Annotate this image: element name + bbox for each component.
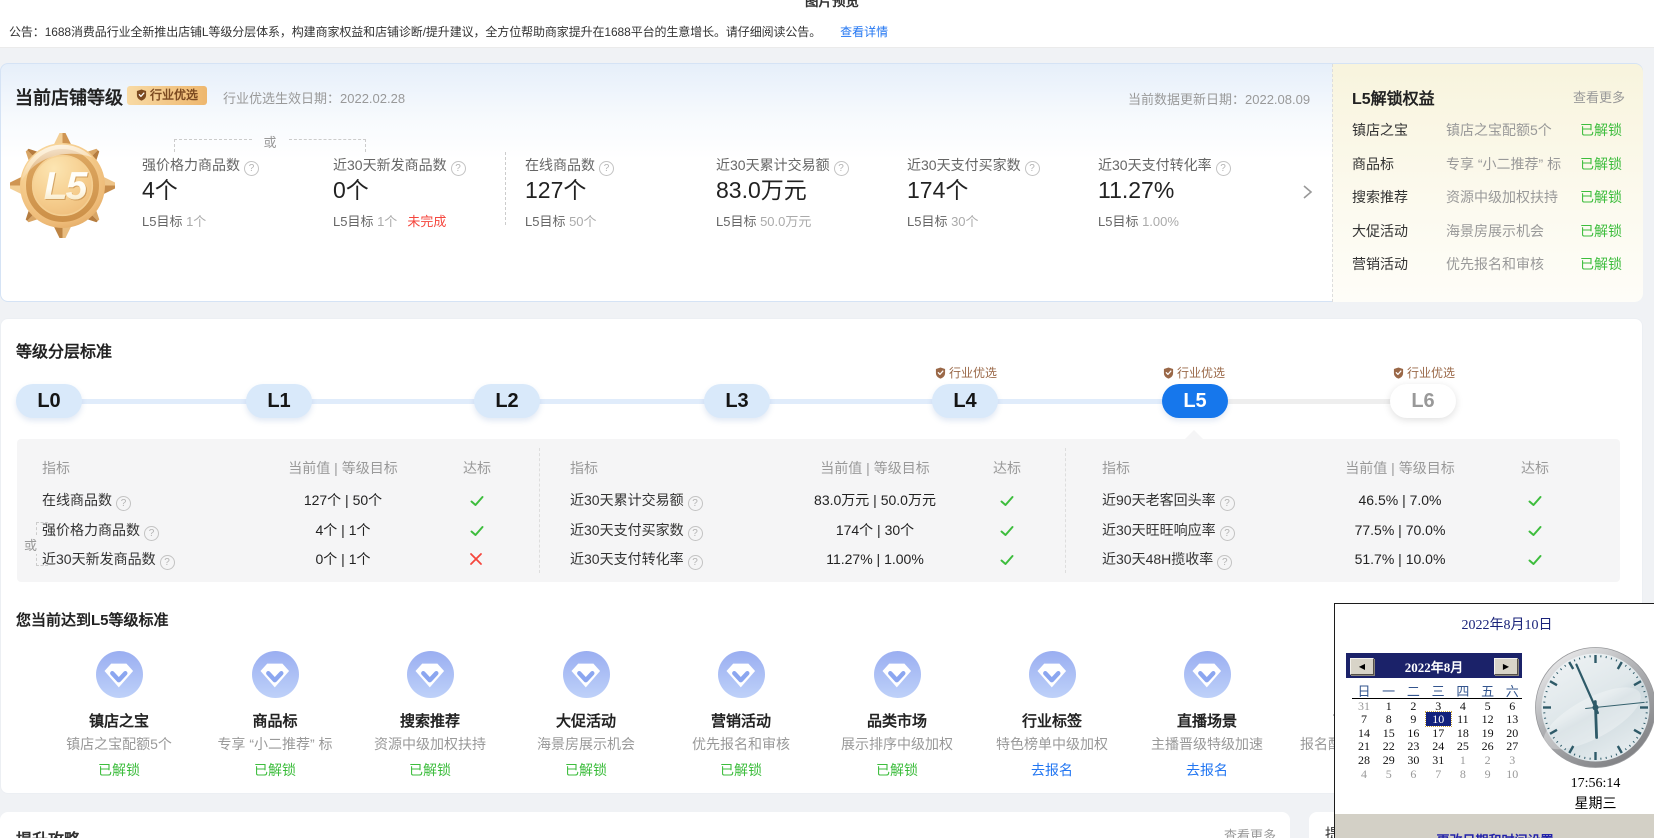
svg-text:L5: L5 [44, 165, 89, 208]
